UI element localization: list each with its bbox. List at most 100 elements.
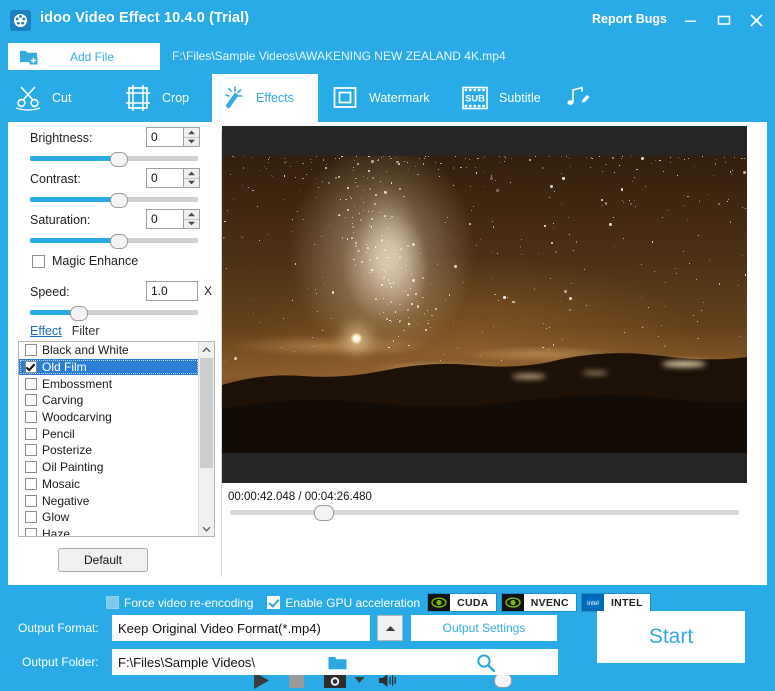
- magic-wand-icon: [212, 81, 252, 115]
- effect-label: Embossment: [42, 376, 113, 391]
- hill-silhouette: [222, 343, 747, 453]
- output-settings-button[interactable]: Output Settings: [411, 615, 557, 641]
- list-item[interactable]: Pencil: [19, 425, 199, 442]
- speed-slider[interactable]: [30, 306, 198, 321]
- effect-checkbox[interactable]: [25, 344, 37, 357]
- main-content-panel: Brightness: Contrast:: [8, 122, 767, 689]
- output-folder-field[interactable]: F:\Files\Sample Videos\: [112, 649, 558, 675]
- brightness-input[interactable]: [146, 127, 184, 147]
- default-button[interactable]: Default: [58, 548, 148, 572]
- tab-watermark-label: Watermark: [369, 91, 430, 105]
- saturation-stepper[interactable]: [184, 209, 200, 229]
- saturation-value[interactable]: [147, 211, 183, 227]
- effect-checkbox[interactable]: [25, 377, 37, 390]
- add-file-button[interactable]: Add File: [8, 43, 160, 70]
- folder-icon[interactable]: [261, 655, 409, 670]
- saturation-step-down[interactable]: [184, 219, 199, 228]
- list-item[interactable]: Old Film: [19, 358, 199, 376]
- effect-checkbox[interactable]: [25, 527, 37, 536]
- contrast-input[interactable]: [146, 168, 184, 188]
- brightness-value[interactable]: [147, 129, 183, 145]
- city-glow: [662, 361, 706, 367]
- tab-subtitle[interactable]: SUB Subtitle: [455, 74, 559, 122]
- list-item[interactable]: Carving: [19, 392, 199, 409]
- list-item[interactable]: Mosaic: [19, 476, 199, 493]
- effect-label: Woodcarving: [42, 410, 112, 425]
- effect-label: Black and White: [42, 343, 129, 358]
- list-item[interactable]: Glow: [19, 509, 199, 526]
- output-format-field[interactable]: Keep Original Video Format(*.mp4): [112, 615, 370, 641]
- saturation-slider[interactable]: [30, 234, 198, 249]
- list-item[interactable]: Embossment: [19, 375, 199, 392]
- maximize-button[interactable]: [711, 8, 737, 32]
- minimize-button[interactable]: [677, 8, 703, 32]
- subtab-effect[interactable]: Effect: [30, 324, 62, 338]
- seek-bar[interactable]: [230, 505, 739, 521]
- effect-checkbox[interactable]: [25, 444, 37, 457]
- effect-checkbox[interactable]: [25, 411, 37, 424]
- nvidia-eye-icon: [428, 594, 451, 611]
- contrast-slider[interactable]: [30, 193, 198, 208]
- effect-checkbox[interactable]: [25, 477, 37, 490]
- seek-handle[interactable]: [314, 505, 334, 521]
- contrast-step-down[interactable]: [184, 178, 199, 187]
- brightness-stepper[interactable]: [184, 127, 200, 147]
- tab-cut[interactable]: Cut: [8, 74, 108, 122]
- list-item[interactable]: Negative: [19, 492, 199, 509]
- contrast-slider-knob[interactable]: [110, 193, 128, 208]
- scrollbar-thumb[interactable]: [200, 358, 213, 468]
- brightness-slider-knob[interactable]: [110, 152, 128, 167]
- effect-label: Oil Painting: [42, 460, 104, 475]
- magic-enhance-checkbox[interactable]: [32, 255, 45, 268]
- magic-enhance-label: Magic Enhance: [52, 254, 139, 268]
- gpu-badge-cuda[interactable]: CUDA: [427, 593, 497, 612]
- brightness-slider[interactable]: [30, 152, 198, 167]
- tab-watermark[interactable]: Watermark: [325, 74, 443, 122]
- output-folder-label: Output Folder:: [22, 655, 99, 669]
- effect-checkbox[interactable]: [25, 461, 37, 474]
- list-item[interactable]: Posterize: [19, 442, 199, 459]
- effects-list-scrollbar[interactable]: [198, 342, 214, 536]
- subtab-filter[interactable]: Filter: [72, 324, 100, 338]
- output-format-dropdown-button[interactable]: [377, 615, 403, 641]
- gpu-badge-nvenc[interactable]: NVENC: [500, 593, 577, 612]
- effects-list[interactable]: Black and White Old Film Embossment Carv…: [18, 341, 215, 537]
- brightness-step-up[interactable]: [184, 128, 199, 138]
- force-reencode-checkbox[interactable]: [106, 596, 119, 609]
- effect-checkbox[interactable]: [25, 494, 37, 507]
- effect-checkbox[interactable]: [25, 427, 37, 440]
- svg-text:intel: intel: [587, 600, 599, 607]
- list-item[interactable]: Woodcarving: [19, 409, 199, 426]
- tab-crop[interactable]: Crop: [118, 74, 218, 122]
- contrast-step-up[interactable]: [184, 169, 199, 179]
- list-item[interactable]: Haze: [19, 526, 199, 536]
- gpu-accel-checkbox[interactable]: [267, 596, 281, 609]
- list-item[interactable]: Black and White: [19, 342, 199, 359]
- brightness-step-down[interactable]: [184, 137, 199, 146]
- scroll-up-icon[interactable]: [199, 342, 214, 357]
- contrast-stepper[interactable]: [184, 168, 200, 188]
- speed-slider-knob[interactable]: [70, 306, 88, 321]
- tab-bar: Cut Crop Effects Watermark SUB Subtitle: [0, 74, 775, 122]
- effects-list-items: Black and White Old Film Embossment Carv…: [19, 342, 199, 536]
- start-button[interactable]: Start: [597, 611, 745, 663]
- saturation-slider-knob[interactable]: [110, 234, 128, 249]
- list-item[interactable]: Oil Painting: [19, 459, 199, 476]
- effect-checkbox[interactable]: [25, 394, 37, 407]
- video-preview[interactable]: [222, 126, 747, 483]
- contrast-value[interactable]: [147, 170, 183, 186]
- saturation-step-up[interactable]: [184, 210, 199, 220]
- speed-input[interactable]: [146, 281, 198, 301]
- magnifier-icon[interactable]: [409, 653, 557, 672]
- effect-checkbox[interactable]: [25, 511, 37, 524]
- tab-audio-edit[interactable]: [557, 74, 613, 122]
- saturation-input[interactable]: [146, 209, 184, 229]
- scroll-down-icon[interactable]: [199, 521, 214, 536]
- speed-value[interactable]: [147, 283, 197, 299]
- close-button[interactable]: [743, 8, 769, 32]
- gpu-badge-intel[interactable]: intel INTEL: [580, 593, 651, 612]
- tab-effects[interactable]: Effects: [212, 74, 318, 122]
- effect-checkbox[interactable]: [25, 361, 37, 374]
- report-bugs-link[interactable]: Report Bugs: [592, 12, 667, 26]
- brightness-slider-fill: [30, 156, 118, 161]
